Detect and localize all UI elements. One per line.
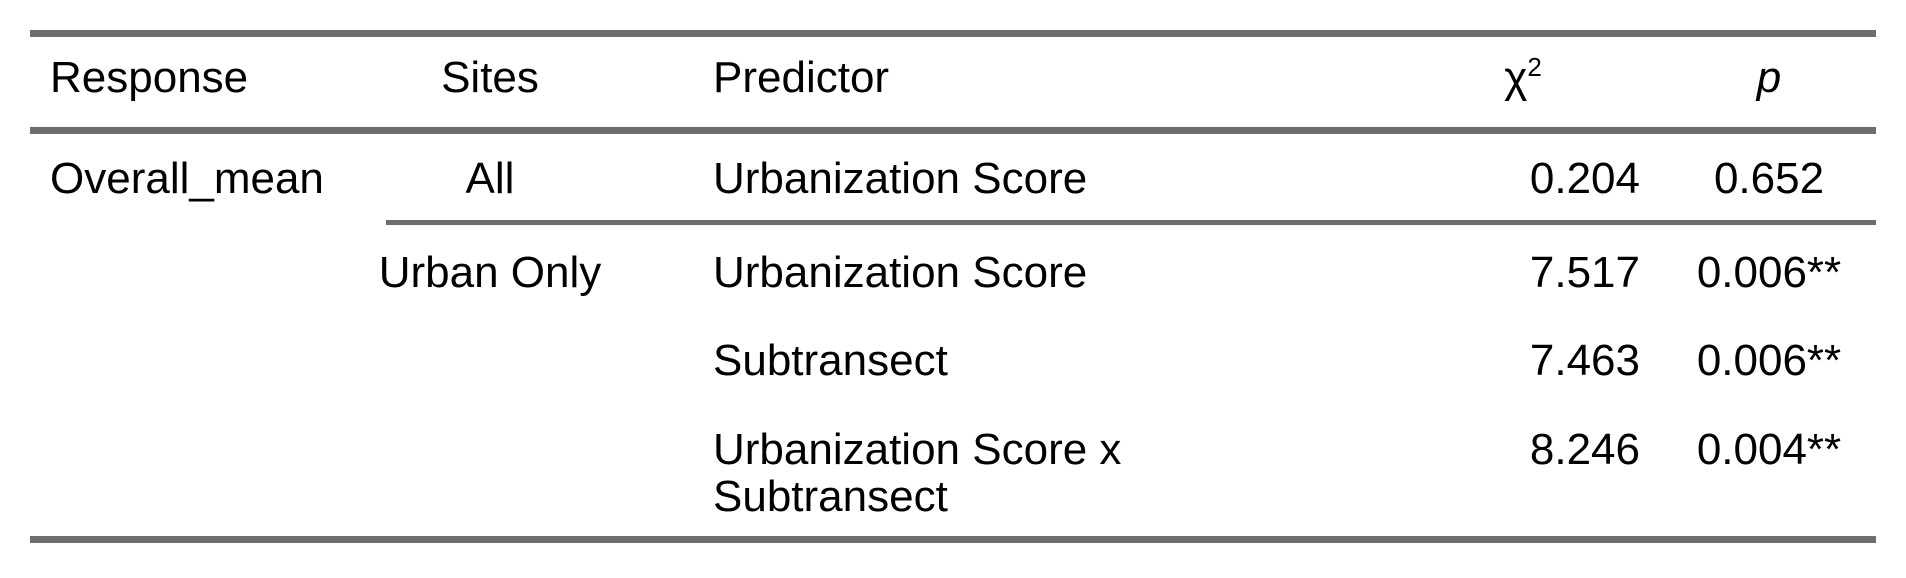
header-rule bbox=[30, 127, 1876, 134]
row1-p: 0.652 bbox=[1713, 154, 1825, 203]
row4-predictor-line1: Urbanization Score x bbox=[713, 425, 1122, 474]
table-bottom-rule bbox=[30, 536, 1876, 543]
row3-chi2: 7.463 bbox=[1529, 336, 1640, 385]
row2-predictor: Urbanization Score bbox=[713, 248, 1088, 297]
row1-predictor: Urbanization Score bbox=[713, 154, 1088, 203]
row3-predictor: Subtransect bbox=[713, 336, 948, 385]
header-chi2: χ2 bbox=[1463, 52, 1583, 106]
row4-p: 0.004** bbox=[1696, 425, 1842, 474]
header-chi2-superscript: 2 bbox=[1527, 52, 1542, 82]
row1-sites: All bbox=[465, 154, 515, 203]
row2-sites: Urban Only bbox=[378, 248, 602, 297]
header-sites: Sites bbox=[441, 53, 539, 102]
row2-p: 0.006** bbox=[1696, 248, 1842, 297]
row4-chi2: 8.246 bbox=[1529, 425, 1640, 474]
row3-p: 0.006** bbox=[1696, 336, 1842, 385]
group-divider-rule bbox=[386, 220, 1876, 225]
header-p: p bbox=[1756, 53, 1782, 102]
header-response: Response bbox=[50, 53, 249, 102]
header-predictor: Predictor bbox=[713, 53, 890, 102]
header-chi2-symbol: χ bbox=[1504, 53, 1528, 102]
table-top-rule bbox=[30, 30, 1876, 37]
row4-predictor-line2: Subtransect bbox=[713, 472, 948, 521]
row1-chi2: 0.204 bbox=[1529, 154, 1640, 203]
row2-chi2: 7.517 bbox=[1529, 248, 1640, 297]
row1-response: Overall_mean bbox=[50, 154, 324, 203]
